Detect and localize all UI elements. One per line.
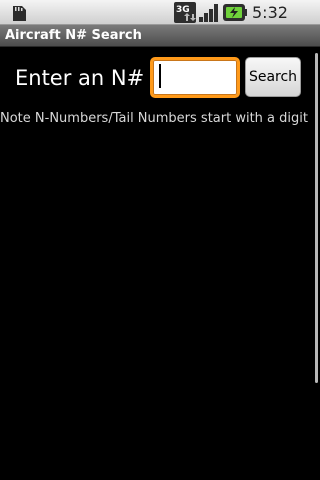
sd-card-icon bbox=[13, 6, 26, 21]
network-type-label: 3G bbox=[176, 5, 190, 15]
app-title: Aircraft N# Search bbox=[5, 28, 142, 43]
status-clock: 5:32 AM bbox=[252, 3, 288, 43]
n-number-search-input[interactable] bbox=[150, 57, 240, 98]
n-number-hint-note: Note N-Numbers/Tail Numbers start with a… bbox=[0, 111, 308, 126]
status-bar: 3G 5:32 AM bbox=[0, 0, 320, 43]
signal-strength-icon bbox=[199, 4, 218, 22]
text-cursor bbox=[159, 64, 161, 88]
battery-charging-icon bbox=[223, 4, 247, 21]
search-button[interactable]: Search bbox=[245, 57, 301, 97]
app-title-bar: Aircraft N# Search bbox=[0, 25, 320, 47]
vertical-scrollbar[interactable] bbox=[315, 53, 318, 383]
n-number-prompt-label: Enter an N# bbox=[15, 66, 145, 90]
3g-data-icon: 3G bbox=[174, 2, 196, 23]
